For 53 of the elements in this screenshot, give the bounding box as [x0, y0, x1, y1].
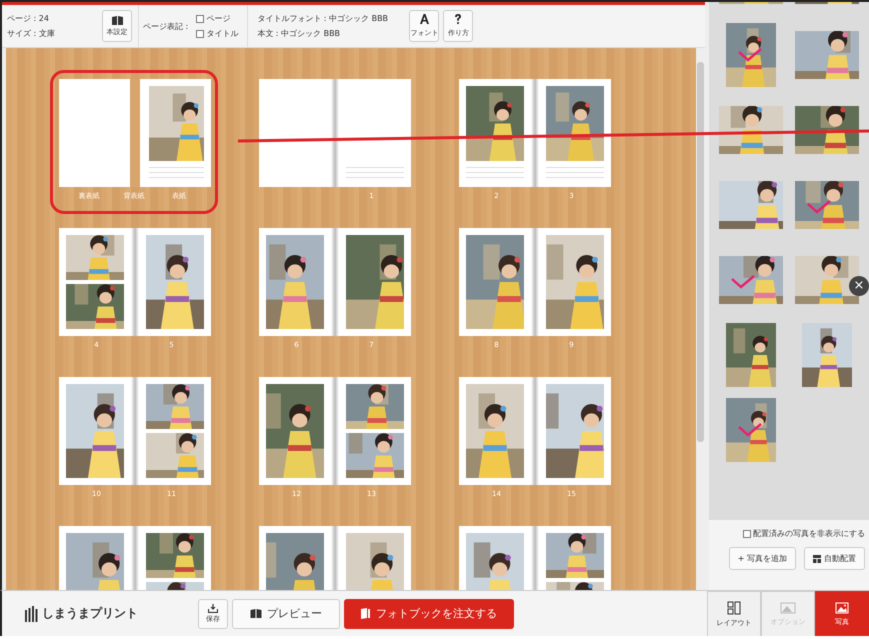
- layout-icon: [813, 554, 821, 562]
- checkbox[interactable]: [196, 14, 204, 22]
- photo-page[interactable]: [539, 377, 611, 485]
- photo-thumbnail[interactable]: [719, 180, 783, 228]
- font-info: 本文 : 中ゴシック BBB: [257, 28, 342, 39]
- image-icon: [780, 602, 796, 614]
- checkbox-label: 配置済みの写真を非表示にする: [753, 528, 865, 539]
- checkbox[interactable]: [743, 530, 751, 538]
- preview-button[interactable]: プレビュー: [232, 598, 340, 628]
- layout-icon: [727, 600, 741, 614]
- page-notation-label: ページ表記 :: [143, 20, 188, 32]
- photo-icon: [835, 602, 849, 614]
- download-icon: [208, 604, 218, 612]
- photo-page[interactable]: [139, 228, 211, 336]
- logo-text: しまうまプリント: [42, 605, 138, 622]
- photo-thumbnail[interactable]: [795, 106, 859, 154]
- photo-page[interactable]: [59, 377, 131, 485]
- photo-thumbnail[interactable]: [719, 256, 783, 304]
- photo-page[interactable]: [339, 228, 411, 336]
- add-photo-button[interactable]: + 写真を追加: [728, 547, 796, 570]
- photo-thumbnail[interactable]: [802, 322, 852, 386]
- question-icon: [454, 14, 462, 24]
- font-info: タイトルフォント : 中ゴシック BBB: [257, 13, 390, 24]
- photo-thumbnail[interactable]: [795, 30, 859, 78]
- logo-icon: [24, 606, 38, 622]
- book-info: サイズ : 文庫: [7, 28, 56, 39]
- letter-a-icon: [420, 14, 429, 24]
- book-info: ページ : 24: [7, 13, 50, 24]
- photo-page[interactable]: [259, 377, 331, 485]
- photo-thumbnail[interactable]: [795, 180, 859, 228]
- photo-page[interactable]: [539, 228, 611, 336]
- photo-page[interactable]: [59, 228, 131, 336]
- photo-page[interactable]: [259, 228, 331, 336]
- photo-page[interactable]: [459, 377, 531, 485]
- order-button[interactable]: フォトブックを注文する: [344, 598, 514, 628]
- text-page[interactable]: [339, 79, 411, 187]
- photo-thumbnail[interactable]: [726, 22, 776, 86]
- book-icon: [112, 16, 122, 24]
- checkbox[interactable]: [196, 30, 204, 38]
- photo-page[interactable]: [139, 377, 211, 485]
- checkbox-label: ページ: [206, 13, 230, 24]
- photo-page[interactable]: [459, 228, 531, 336]
- photo-thumbnail[interactable]: [726, 322, 776, 386]
- blank-page[interactable]: [259, 79, 331, 187]
- photo-page[interactable]: [339, 377, 411, 485]
- photo-thumbnail[interactable]: [719, 106, 783, 154]
- checkbox-label: タイトル: [206, 28, 238, 39]
- close-button[interactable]: ×: [849, 276, 869, 296]
- book-icon: [361, 608, 370, 619]
- auto-layout-button[interactable]: 自動配置: [804, 547, 865, 570]
- scrollbar[interactable]: [696, 48, 705, 590]
- book-icon: [250, 609, 262, 618]
- photo-thumbnail[interactable]: [726, 398, 776, 462]
